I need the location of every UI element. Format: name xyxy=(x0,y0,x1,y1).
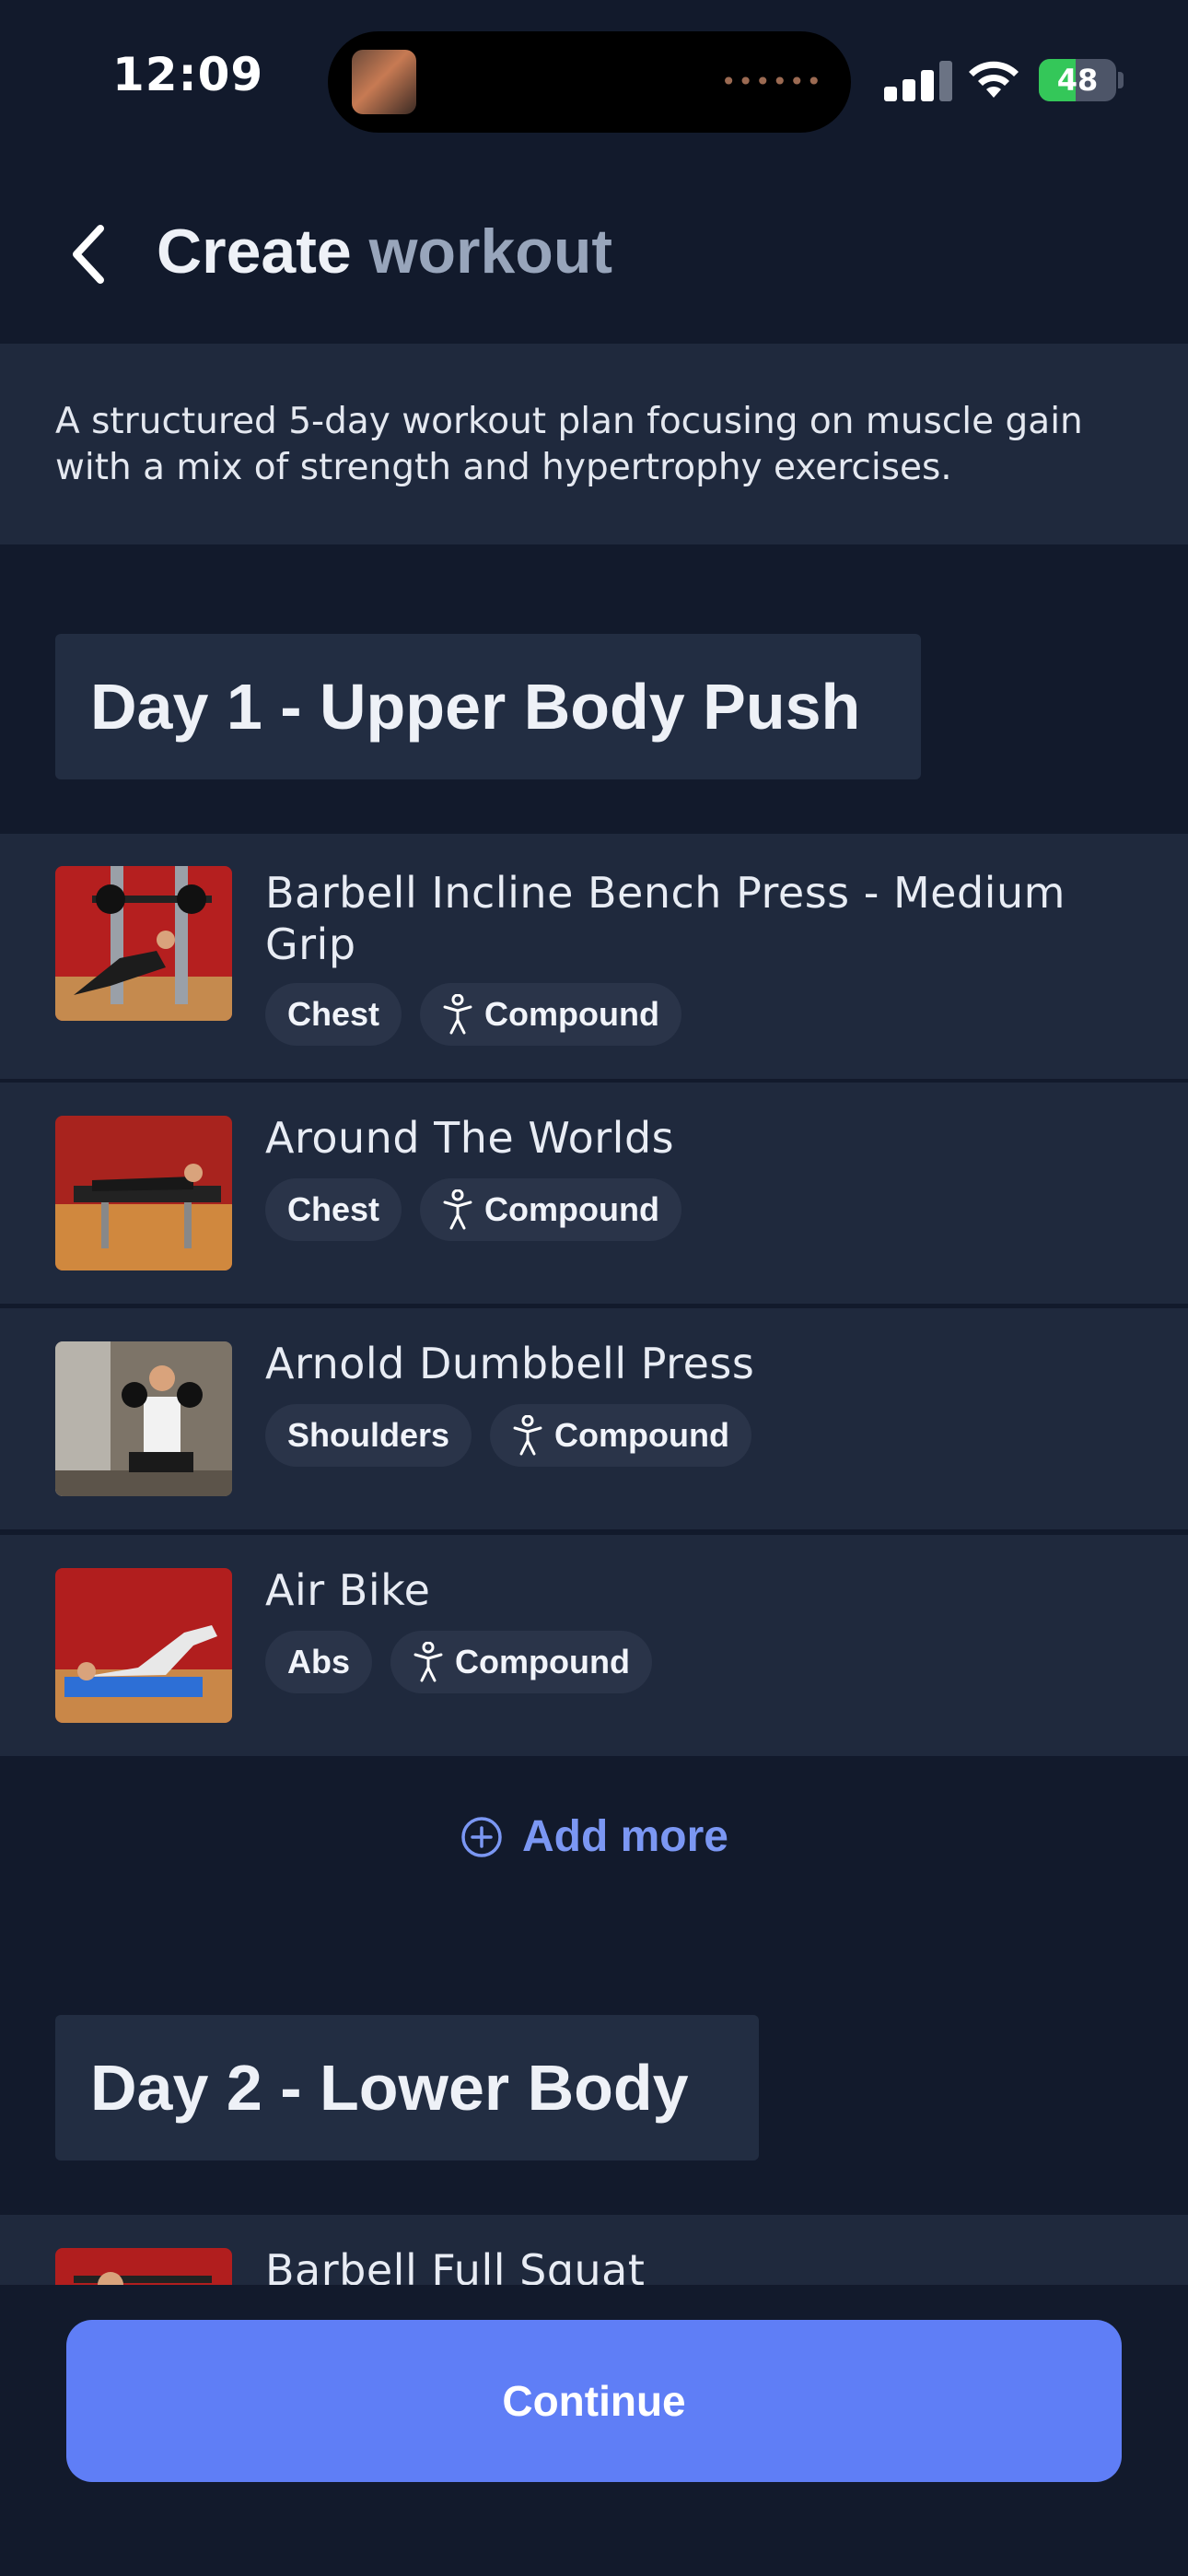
day-header[interactable]: Day 2 - Lower Body xyxy=(55,2015,759,2160)
bottom-bar: Continue xyxy=(0,2285,1188,2576)
person-icon xyxy=(443,1189,472,1230)
description-text: A structured 5-day workout plan focusing… xyxy=(55,401,1083,488)
exercise-row[interactable]: Air Bike Abs Compound xyxy=(0,1535,1188,1756)
battery-indicator: 48 xyxy=(1039,59,1116,101)
exercise-name: Air Bike xyxy=(265,1565,431,1615)
page-title: Create workout xyxy=(157,216,612,287)
type-chip: Compound xyxy=(420,983,681,1046)
exercise-row[interactable]: Arnold Dumbbell Press Shoulders Compound xyxy=(0,1308,1188,1529)
muscle-chip: Chest xyxy=(265,983,402,1046)
muscle-chip: Chest xyxy=(265,1178,402,1241)
add-more-label: Add more xyxy=(521,1812,728,1861)
chevron-left-icon xyxy=(73,225,104,284)
exercise-row[interactable]: Around The Worlds Chest Compound xyxy=(0,1083,1188,1304)
muscle-chip: Abs xyxy=(265,1631,373,1693)
audio-waveform-icon: •••••• xyxy=(720,66,823,97)
exercise-name: Barbell Incline Bench Press - Medium Gri… xyxy=(265,868,1066,969)
add-more-button[interactable]: Add more xyxy=(0,1811,1188,1862)
exercise-row[interactable]: Barbell Incline Bench Press - Medium Gri… xyxy=(0,834,1188,1079)
day-header[interactable]: Day 1 - Upper Body Push xyxy=(55,634,921,779)
type-label: Compound xyxy=(484,995,659,1033)
status-time: 12:09 xyxy=(112,48,264,101)
muscle-label: Chest xyxy=(287,1190,380,1228)
plus-circle-icon xyxy=(461,1816,502,1857)
dynamic-island[interactable]: •••••• xyxy=(328,31,851,133)
person-icon xyxy=(443,994,472,1035)
muscle-chip: Shoulders xyxy=(265,1404,472,1467)
type-chip: Compound xyxy=(390,1631,652,1693)
exercise-name: Arnold Dumbbell Press xyxy=(265,1339,755,1388)
muscle-label: Chest xyxy=(287,995,380,1033)
type-label: Compound xyxy=(484,1190,659,1228)
exercise-thumbnail xyxy=(55,1341,232,1496)
back-button[interactable] xyxy=(55,219,120,289)
exercise-name: Around The Worlds xyxy=(265,1113,675,1163)
battery-level: 48 xyxy=(1056,63,1099,98)
status-bar: 12:09 •••••• 48 xyxy=(0,0,1188,157)
muscle-label: Shoulders xyxy=(287,1416,450,1454)
person-icon xyxy=(513,1415,542,1456)
type-label: Compound xyxy=(455,1643,630,1680)
type-chip: Compound xyxy=(420,1178,681,1241)
type-label: Compound xyxy=(554,1416,729,1454)
person-icon xyxy=(413,1642,443,1682)
page-title-secondary: workout xyxy=(368,217,613,287)
page-title-primary: Create xyxy=(157,217,352,287)
wifi-icon xyxy=(969,61,1019,98)
cellular-signal-icon xyxy=(884,61,952,101)
header: Create workout xyxy=(0,203,1188,304)
workout-description: A structured 5-day workout plan focusing… xyxy=(0,344,1188,544)
exercise-thumbnail xyxy=(55,1116,232,1270)
muscle-label: Abs xyxy=(287,1643,351,1680)
exercise-thumbnail xyxy=(55,1568,232,1723)
exercise-thumbnail xyxy=(55,866,232,1021)
continue-button[interactable]: Continue xyxy=(66,2320,1122,2482)
type-chip: Compound xyxy=(490,1404,751,1467)
now-playing-thumbnail xyxy=(352,50,416,114)
